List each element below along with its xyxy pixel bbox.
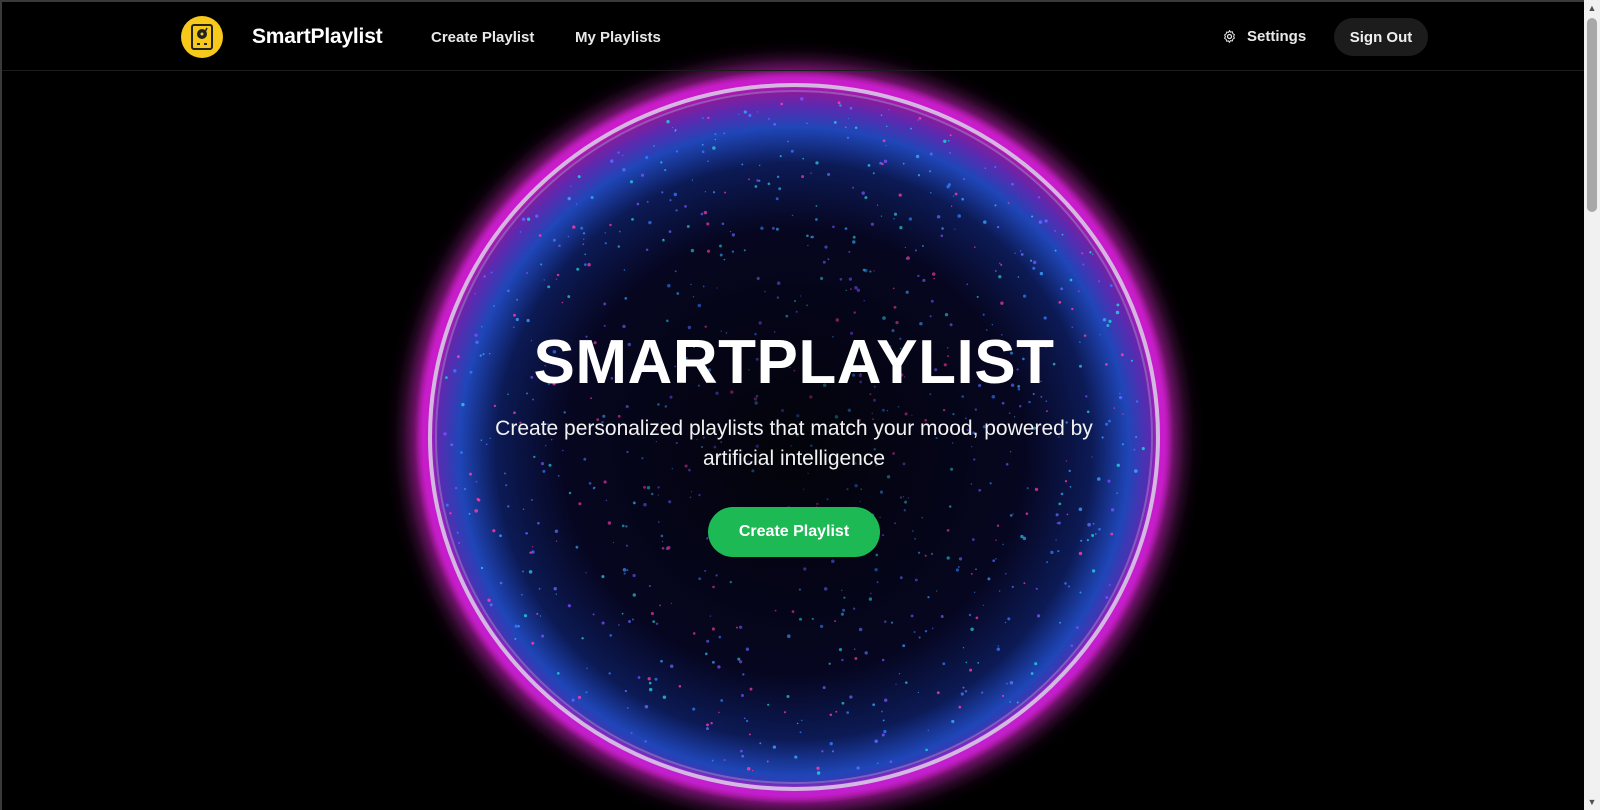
- page-scrollbar[interactable]: ▲ ▼: [1584, 0, 1600, 810]
- scroll-thumb[interactable]: [1587, 18, 1597, 212]
- orb-visual: [399, 55, 1189, 810]
- settings-label: Settings: [1247, 28, 1307, 45]
- hero-create-playlist-button[interactable]: Create Playlist: [708, 507, 880, 557]
- brand-name[interactable]: SmartPlaylist: [252, 25, 383, 49]
- sign-out-button[interactable]: Sign Out: [1334, 18, 1428, 56]
- nav-create-playlist[interactable]: Create Playlist: [431, 29, 534, 46]
- hero-orb: [2, 2, 1584, 810]
- scroll-down-arrow-icon[interactable]: ▼: [1584, 794, 1600, 810]
- logo-badge[interactable]: [181, 16, 223, 58]
- nav-my-playlists[interactable]: My Playlists: [575, 29, 661, 46]
- gear-icon: [1224, 30, 1235, 43]
- record-player-icon: [191, 24, 213, 50]
- top-navbar: SmartPlaylist Create Playlist My Playlis…: [2, 2, 1584, 71]
- scroll-up-arrow-icon[interactable]: ▲: [1584, 0, 1600, 16]
- settings-button[interactable]: Settings: [1222, 28, 1306, 45]
- viewport: SmartPlaylist Create Playlist My Playlis…: [0, 0, 1584, 810]
